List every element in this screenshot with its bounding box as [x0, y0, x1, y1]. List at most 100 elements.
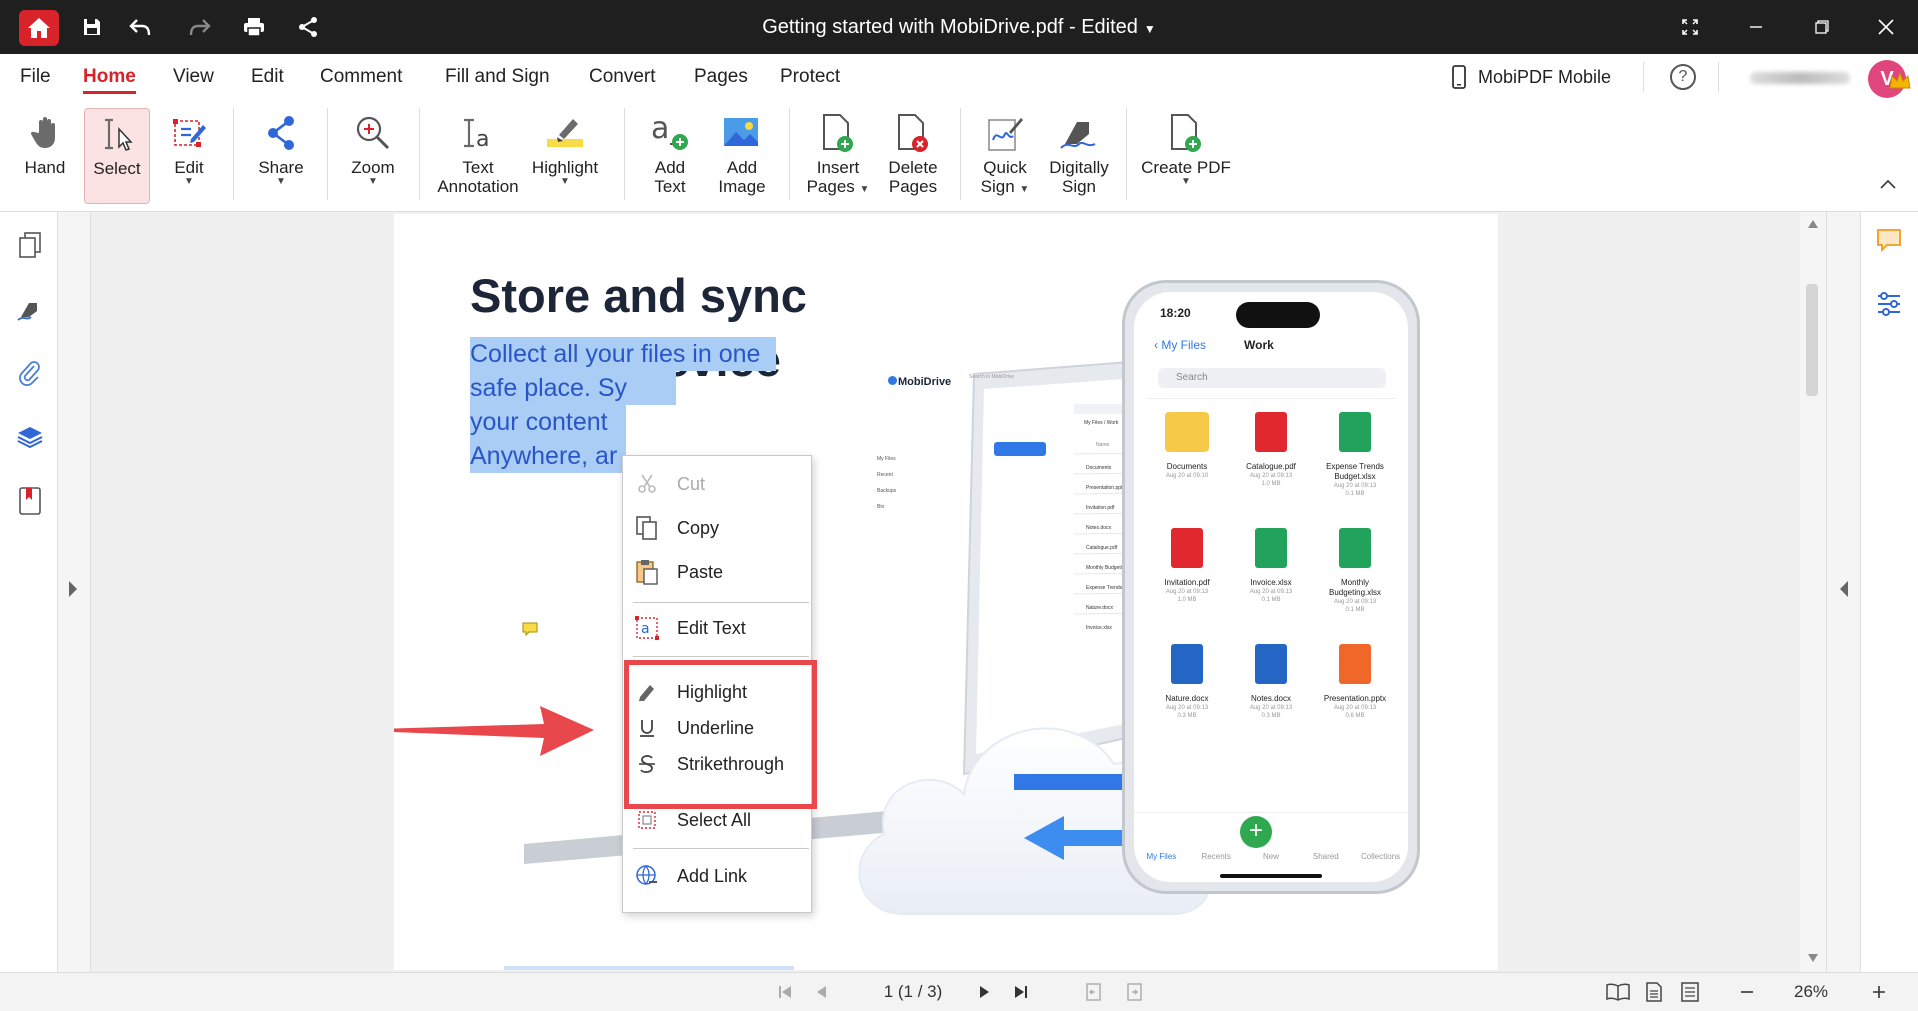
zoom-in-button[interactable] [1866, 972, 1892, 1011]
layers-panel-button[interactable] [15, 422, 45, 452]
selected-text-line[interactable]: safe place. Sy [470, 371, 676, 405]
save-button[interactable] [68, 0, 116, 54]
share-button[interactable] [284, 0, 332, 54]
phone-file-name: Documents [1166, 462, 1208, 471]
ribbon-separator [789, 108, 790, 200]
menu-fill-and-sign[interactable]: Fill and Sign [445, 54, 550, 100]
quick-sign-icon [988, 118, 1023, 151]
context-paste[interactable]: Paste [623, 550, 813, 594]
signatures-panel-button[interactable] [15, 294, 45, 324]
rotate-right-button[interactable] [1122, 972, 1148, 1011]
pdf-page[interactable]: MobiDrive Search in MobiDrive Upload Fil… [394, 214, 1498, 970]
digitally-sign-button[interactable]: Digitally Sign [1042, 108, 1116, 204]
docx-file-icon [1255, 644, 1287, 684]
highlighter-icon [547, 119, 583, 147]
attachments-panel-button[interactable] [15, 358, 45, 388]
redo-button[interactable] [176, 0, 224, 54]
menu-view[interactable]: View [173, 54, 214, 100]
menu-comment[interactable]: Comment [320, 54, 402, 100]
pages-panel-button[interactable] [15, 230, 45, 260]
create-pdf-dropdown-icon: ▼ [1181, 176, 1191, 187]
menu-file[interactable]: File [20, 54, 51, 100]
edit-tool-button[interactable]: Edit ▼ [160, 108, 218, 204]
book-view-button[interactable] [1604, 972, 1632, 1011]
rotate-left-button[interactable] [1080, 972, 1106, 1011]
menu-convert[interactable]: Convert [589, 54, 656, 100]
comments-panel-button[interactable] [1876, 228, 1902, 259]
menu-pages[interactable]: Pages [694, 54, 748, 100]
zoom-level[interactable]: 26% [1778, 972, 1844, 1011]
page-indicator[interactable]: 1 (1 / 3) [858, 972, 968, 1011]
right-panel-toggle[interactable] [1826, 212, 1860, 972]
selected-text-line[interactable]: Anywhere, ar [470, 439, 626, 473]
phone-file-size: 1.0 MB [1177, 597, 1197, 603]
hand-tool-button[interactable]: Hand [14, 108, 76, 204]
add-image-button[interactable]: Add Image [710, 108, 774, 204]
last-page-button[interactable] [1008, 972, 1034, 1011]
maximize-button[interactable] [1798, 0, 1846, 54]
share-tool-button[interactable]: Share ▼ [250, 108, 312, 204]
selected-text-line[interactable]: Collect all your files in one [470, 337, 776, 371]
phone-file-name: Notes.docx [1250, 694, 1292, 703]
digitally-sign-label-2: Sign [1061, 177, 1097, 196]
selected-text-line[interactable]: your content [470, 405, 626, 439]
select-tool-button[interactable]: Select [84, 108, 150, 204]
minimize-button[interactable] [1732, 0, 1780, 54]
undo-button[interactable] [116, 0, 164, 54]
menu-protect[interactable]: Protect [780, 54, 840, 100]
laptop-breadcrumb: My Files / Work [1084, 420, 1119, 426]
left-sidebar [0, 212, 58, 972]
undo-icon [129, 19, 151, 36]
mobipdf-mobile-link[interactable]: MobiPDF Mobile [1452, 54, 1611, 100]
previous-page-button[interactable] [808, 972, 834, 1011]
phone-file-meta: Aug 20 at 09:13 [1249, 589, 1293, 595]
paperclip-icon [19, 361, 40, 386]
single-page-view-button[interactable] [1640, 972, 1668, 1011]
highlight-tool-button[interactable]: Highlight ▼ [528, 108, 602, 204]
quick-sign-button[interactable]: Quick Sign ▼ [972, 108, 1038, 204]
help-button[interactable]: ? [1670, 64, 1696, 90]
left-panel-toggle[interactable] [58, 212, 91, 972]
menu-edit[interactable]: Edit [251, 54, 284, 100]
phone-file-size: 0.3 MB [1261, 713, 1281, 719]
bookmarks-panel-button[interactable] [15, 486, 45, 516]
insert-pages-button[interactable]: Insert Pages ▼ [800, 108, 876, 204]
ribbon-separator [624, 108, 625, 200]
phone-file-item: Notes.docx Aug 20 at 09:13 0.3 MB [1230, 644, 1312, 720]
zoom-out-button[interactable] [1734, 972, 1760, 1011]
home-button[interactable] [19, 10, 59, 46]
phone-file-size: 0.3 MB [1177, 713, 1197, 719]
context-cut[interactable]: Cut [623, 462, 813, 506]
continuous-view-button[interactable] [1676, 972, 1704, 1011]
close-window-button[interactable] [1862, 0, 1910, 54]
text-annotation-button[interactable]: a Text Annotation [432, 108, 524, 204]
print-button[interactable] [230, 0, 278, 54]
context-add-link[interactable]: Add Link [623, 854, 813, 898]
phone-file-name: Presentation.pptx [1323, 694, 1387, 703]
collapse-ribbon-button[interactable] [1880, 176, 1904, 196]
xlsx-file-icon [1255, 528, 1287, 568]
delete-pages-button[interactable]: Delete Pages [880, 108, 946, 204]
menu-home[interactable]: Home [83, 54, 136, 100]
single-page-icon [1646, 981, 1662, 1002]
digital-sign-icon [1060, 122, 1096, 149]
menu-divider [1718, 62, 1719, 92]
context-add-link-label: Add Link [677, 865, 748, 886]
next-page-button[interactable] [972, 972, 998, 1011]
context-copy[interactable]: Copy [623, 506, 813, 550]
context-edit-text[interactable]: a Edit Text [623, 606, 813, 650]
properties-panel-button[interactable] [1876, 292, 1902, 321]
add-text-label-1: Add [654, 158, 686, 177]
create-pdf-button[interactable]: Create PDF ▼ [1138, 108, 1234, 204]
phone-search: Search [1158, 368, 1386, 388]
first-page-button[interactable] [772, 972, 798, 1011]
fullscreen-button[interactable] [1666, 0, 1714, 54]
comment-marker-icon[interactable] [522, 622, 538, 636]
laptop-brand: MobiDrive [898, 376, 952, 388]
zoom-tool-button[interactable]: Zoom ▼ [342, 108, 404, 204]
docx-file-icon [1171, 644, 1203, 684]
phone-file-name: Monthly Budgeting.xlsx [1328, 578, 1382, 597]
phone-file-meta: Aug 20 at 09:13 [1249, 705, 1293, 711]
scrollbar-thumb[interactable] [1806, 284, 1818, 396]
add-text-button[interactable]: a Add Text [640, 108, 700, 204]
